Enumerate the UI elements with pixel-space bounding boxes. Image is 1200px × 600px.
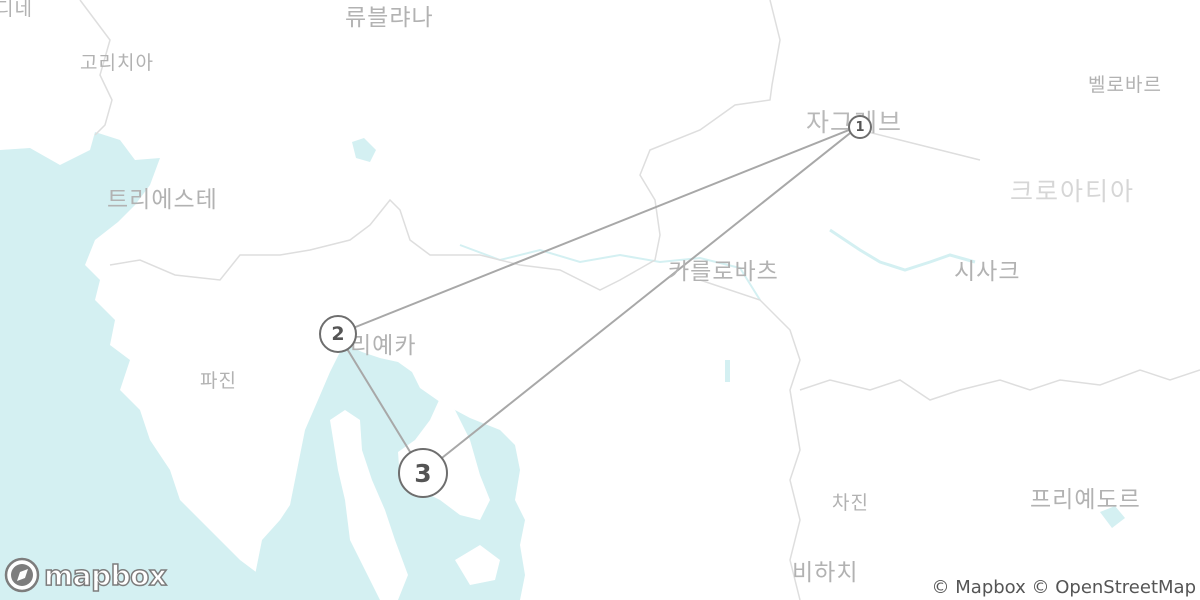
lake: [352, 138, 376, 162]
label-ljubljana: 류블랴나: [345, 5, 434, 31]
route-segment-1-2: [337, 125, 860, 335]
mapbox-logo[interactable]: mapbox: [4, 556, 168, 594]
label-cazin: 차진: [832, 492, 869, 514]
route-marker-2[interactable]: 2: [319, 315, 357, 353]
label-trieste: 트리에스테: [107, 187, 218, 213]
label-rijeka: 리예카: [350, 333, 417, 359]
label-bihac: 비하치: [792, 560, 859, 586]
label-karlovac: 카를로바츠: [668, 259, 779, 285]
label-pazin: 파진: [200, 370, 237, 392]
pond: [725, 360, 730, 382]
route-marker-number: 3: [414, 458, 432, 488]
map-attribution[interactable]: © Mapbox © OpenStreetMap: [925, 575, 1200, 600]
label-dine: 디네: [0, 0, 33, 20]
route-marker-1[interactable]: 1: [848, 115, 872, 139]
route-marker-number: 1: [855, 119, 865, 135]
attribution-text: © Mapbox © OpenStreetMap: [931, 577, 1196, 598]
map-base-layer: [0, 0, 1200, 600]
map-canvas[interactable]: 디네 류블랴나 고리치아 트리에스테 자그레브 벨로바르 크로아티아 카를로바츠…: [0, 0, 1200, 600]
mapbox-logo-text: mapbox: [43, 558, 167, 593]
route-marker-3[interactable]: 3: [398, 448, 448, 498]
route-marker-number: 2: [331, 323, 345, 345]
label-gorizia: 고리치아: [80, 52, 154, 74]
label-prijedor: 프리예도르: [1030, 487, 1141, 513]
label-bjelovar: 벨로바르: [1088, 74, 1162, 96]
mapbox-compass-icon: [4, 557, 40, 593]
label-croatia: 크로아티아: [1010, 177, 1136, 206]
label-sisak: 시사크: [954, 259, 1021, 285]
